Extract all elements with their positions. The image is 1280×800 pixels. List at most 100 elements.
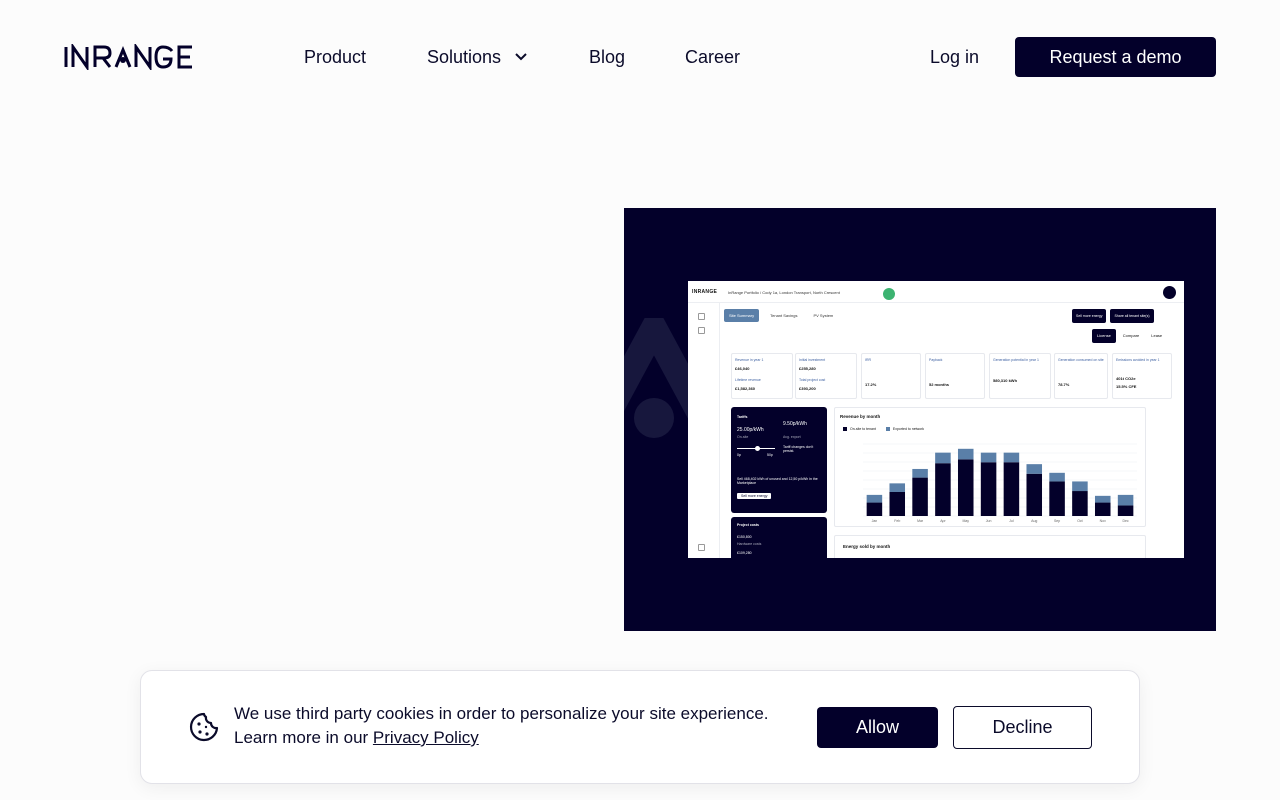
project-costs-value-2: £109,280 (737, 551, 752, 555)
tab-site-summary: Site Summary (724, 309, 760, 322)
kpi-value: 15.5% CFE (1116, 384, 1137, 389)
x-tick-label: Nov (1100, 519, 1106, 523)
bar-onsite (980, 462, 997, 516)
kpi-card: Revenue in year 1 £46,040 Lifetime reven… (731, 353, 793, 399)
bar-onsite (1003, 462, 1020, 516)
x-tick-label: Mar (917, 519, 924, 523)
dashboard-logo: INRANGE (692, 289, 718, 295)
inrange-logo[interactable] (64, 44, 210, 70)
kpi-value: £255,280 (799, 366, 816, 371)
legend-swatch (843, 427, 847, 432)
bar-export (1026, 464, 1043, 474)
tariff-summary: Sell 468,402 kWh of unused and 12,50 p/k… (737, 477, 818, 485)
mode-segmented-control: License Compare Lease (1092, 329, 1167, 343)
allow-cookies-button[interactable]: Allow (817, 707, 938, 748)
kpi-card: Initial investment £255,280 Total projec… (795, 353, 857, 399)
revenue-chart-title: Revenue by month (840, 414, 881, 419)
bar-export (1094, 495, 1111, 503)
slider-min: 0p (737, 453, 741, 457)
kpi-value: 401t CO2e (1116, 376, 1136, 381)
energy-chart-title: Energy sold by month (843, 544, 891, 549)
bar-export (957, 448, 974, 460)
dashboard-sidebar (688, 303, 720, 558)
kpi-value: £1,582,360 (735, 386, 756, 391)
project-costs-card: Project costs £150,800 Hardware costs £1… (731, 517, 827, 558)
x-tick-label: Feb (894, 519, 900, 523)
revenue-chart-legend: On-site to tenant Exported to network (843, 427, 924, 432)
kpi-value: £393,200 (799, 386, 816, 391)
kpi-card: Emissions avoided in year 1 401t CO2e 15… (1112, 353, 1172, 399)
bar-onsite (957, 459, 974, 516)
kpi-label: Total project cost (799, 378, 826, 382)
kpi-card: Payback 52 months (925, 353, 985, 399)
map-icon (698, 327, 705, 334)
decline-cookies-button[interactable]: Decline (953, 706, 1092, 749)
legend-onsite-label: On-site to tenant (850, 427, 876, 431)
nav-solutions-label: Solutions (427, 47, 502, 67)
login-link[interactable]: Log in (930, 46, 979, 68)
legend-swatch (885, 427, 890, 432)
kpi-label: Revenue in year 1 (735, 358, 764, 362)
nav-career[interactable]: Career (685, 46, 740, 68)
kpi-value: 17.2% (865, 382, 877, 387)
kpi-label: Emissions avoided in year 1 (1116, 358, 1160, 362)
kpi-label: Initial investment (799, 358, 826, 362)
mode-license: License (1092, 329, 1116, 343)
kpi-card: Generation consumed on site 78.7% (1054, 353, 1108, 399)
kpi-value: £46,040 (735, 366, 750, 371)
bar-export (912, 468, 928, 478)
cookie-message: We use third party cookies in order to p… (234, 702, 809, 750)
tariffs-card: Tariffs 25.00p/kWh On-site 9.50p/kWh Avg… (731, 407, 827, 513)
request-demo-button[interactable]: Request a demo (1015, 37, 1216, 77)
kpi-value: 78.7% (1058, 382, 1070, 387)
x-tick-label: May (962, 519, 969, 523)
bar-export (935, 452, 951, 464)
x-tick-label: Oct (1077, 519, 1082, 523)
cookie-banner: We use third party cookies in order to p… (140, 670, 1140, 784)
export-rate: 9.50p/kWh (783, 421, 807, 427)
project-costs-value: £150,800 (737, 535, 752, 539)
nav-blog[interactable]: Blog (589, 46, 625, 68)
logo-wordmark-icon (64, 44, 192, 70)
dashboard-screenshot: INRANGE InRange Portfolio / Cody 1a, Lon… (688, 281, 1184, 558)
onsite-label: On-site (737, 435, 749, 439)
x-tick-label: Jun (986, 519, 992, 523)
logout-icon (698, 544, 705, 551)
bar-onsite (1026, 473, 1043, 516)
revenue-chart-card: Revenue by month On-site to tenant Expor… (834, 407, 1146, 527)
cookie-message-text: We use third party cookies in order to p… (234, 704, 769, 747)
kpi-card: Generation potential in year 1 580,310 k… (989, 353, 1051, 399)
mode-lease: Lease (1151, 333, 1163, 338)
x-tick-label: Sep (1054, 519, 1060, 523)
bar-onsite (1049, 481, 1065, 516)
tab-tenant-savings: Tenant Savings (770, 313, 798, 318)
x-tick-label: Aug (1031, 519, 1037, 523)
privacy-policy-link[interactable]: Privacy Policy (373, 728, 479, 747)
nav-solutions[interactable]: Solutions (427, 46, 529, 68)
bar-export (1072, 481, 1088, 492)
bar-onsite (1117, 505, 1134, 516)
bar-onsite (935, 463, 951, 516)
slider-max: 50p (767, 453, 773, 457)
chevron-down-icon (515, 53, 527, 61)
site-header: Product Solutions Blog Career Log in Req… (0, 0, 1280, 114)
kpi-label: Generation potential in year 1 (993, 358, 1039, 362)
x-tick-label: Jul (1009, 519, 1014, 523)
revenue-bar-chart: Jan Feb Mar Apr May Jun Jul Aug Sep Oct Nov Dec (863, 443, 1137, 523)
x-tick-label: Dec (1122, 519, 1128, 523)
bar-export (980, 452, 997, 463)
bar-export (866, 494, 883, 503)
dashboard-topbar: INRANGE InRange Portfolio / Cody 1a, Lon… (688, 281, 1184, 303)
tab-pv-system: PV System (813, 313, 834, 318)
x-tick-label: Apr (940, 519, 946, 523)
bar-onsite (889, 492, 906, 516)
bar-onsite (912, 477, 928, 516)
tariff-slider-thumb (755, 446, 760, 451)
nav-product[interactable]: Product (304, 46, 366, 68)
share-sites-chip: Share all tenant site(s) (1110, 309, 1154, 323)
dashboard-actions: Sell more energy Share all tenant site(s… (1072, 309, 1154, 323)
cookie-icon (189, 712, 219, 742)
legend-onsite: On-site to tenant (843, 427, 876, 432)
x-tick-label: Jan (872, 519, 878, 523)
bar-export (1117, 494, 1134, 506)
